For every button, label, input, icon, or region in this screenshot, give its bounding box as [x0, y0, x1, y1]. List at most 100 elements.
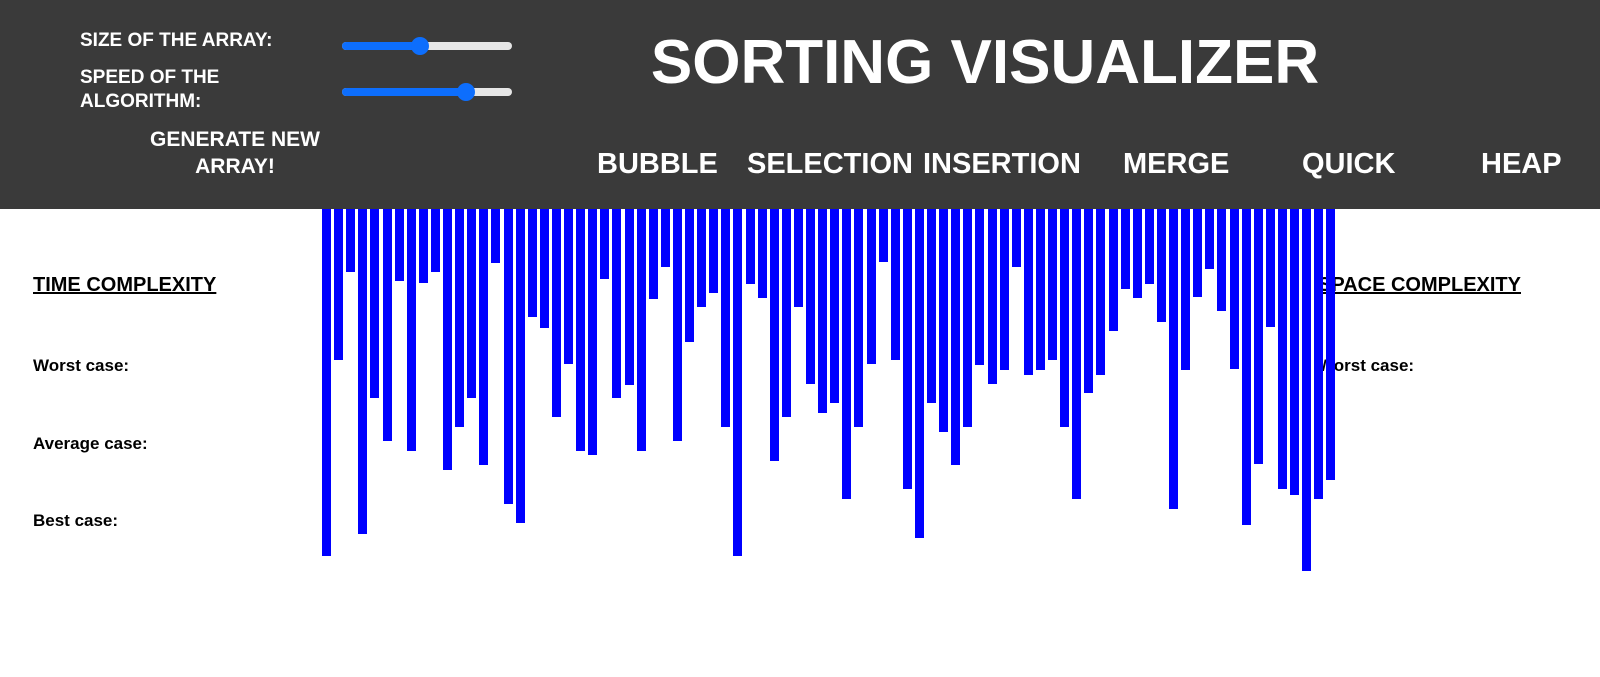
array-bar	[1314, 209, 1323, 499]
array-bar	[685, 209, 694, 342]
array-bar	[358, 209, 367, 534]
space-worst-case: Worst case:	[1318, 356, 1415, 375]
array-bar	[491, 209, 500, 263]
array-bar	[637, 209, 646, 451]
array-bar	[443, 209, 452, 470]
array-bar	[1326, 209, 1335, 480]
speed-slider-thumb[interactable]	[457, 83, 476, 101]
array-bar	[963, 209, 972, 427]
array-bar	[915, 209, 924, 538]
array-bar	[818, 209, 827, 413]
array-bar	[1133, 209, 1142, 298]
array-bar	[407, 209, 416, 451]
array-bar	[612, 209, 621, 398]
array-bar	[419, 209, 428, 283]
array-bar	[1109, 209, 1118, 331]
array-bar	[770, 209, 779, 461]
array-bar	[467, 209, 476, 398]
quick-sort-button[interactable]: QUICK	[1302, 146, 1395, 182]
array-bar	[504, 209, 513, 504]
array-bar	[588, 209, 597, 455]
array-bar	[903, 209, 912, 489]
array-bar	[649, 209, 658, 299]
array-bar	[951, 209, 960, 465]
header-bar: SIZE OF THE ARRAY: SPEED OF THE ALGORITH…	[0, 0, 1600, 209]
array-bar	[1302, 209, 1311, 571]
array-bar	[395, 209, 404, 281]
array-bar	[782, 209, 791, 417]
array-bar	[540, 209, 549, 328]
array-bar	[879, 209, 888, 262]
time-complexity-heading: TIME COMPLEXITY	[33, 274, 217, 296]
array-bar	[661, 209, 670, 267]
speed-slider-fill	[342, 88, 467, 96]
size-slider-thumb[interactable]	[411, 37, 430, 55]
array-bar	[709, 209, 718, 293]
speed-slider[interactable]	[342, 83, 512, 101]
array-bar	[1181, 209, 1190, 370]
array-bar	[1012, 209, 1021, 267]
size-slider[interactable]	[342, 37, 512, 55]
array-bar	[733, 209, 742, 556]
array-bar	[854, 209, 863, 427]
array-bar	[528, 209, 537, 317]
array-bar	[988, 209, 997, 384]
array-bar	[830, 209, 839, 403]
array-bar	[806, 209, 815, 384]
array-bar	[842, 209, 851, 499]
array-bar	[867, 209, 876, 364]
array-bar	[346, 209, 355, 272]
array-bar	[927, 209, 936, 403]
heap-sort-button[interactable]: HEAP	[1481, 146, 1562, 182]
array-bar	[576, 209, 585, 451]
array-bar	[516, 209, 525, 523]
page-title: SORTING VISUALIZER	[650, 28, 1320, 97]
array-bar	[479, 209, 488, 465]
array-bar	[746, 209, 755, 284]
selection-sort-button[interactable]: SELECTION	[747, 146, 913, 182]
array-bar	[1169, 209, 1178, 509]
speed-label-line2: ALGORITHM:	[80, 91, 202, 112]
generate-array-button[interactable]: GENERATE NEW ARRAY!	[120, 126, 350, 180]
array-bar	[1024, 209, 1033, 375]
array-bar	[891, 209, 900, 360]
insertion-sort-button[interactable]: INSERTION	[923, 146, 1081, 182]
bubble-sort-button[interactable]: BUBBLE	[597, 146, 718, 182]
array-bar	[1060, 209, 1069, 427]
array-bar	[1290, 209, 1299, 495]
array-bar	[1048, 209, 1057, 360]
array-bar	[552, 209, 561, 417]
array-bar	[1072, 209, 1081, 499]
array-bar	[939, 209, 948, 432]
array-bar	[697, 209, 706, 307]
array-bar	[600, 209, 609, 279]
array-bar	[1084, 209, 1093, 393]
array-bar	[1217, 209, 1226, 311]
array-bar	[975, 209, 984, 365]
array-bar	[1193, 209, 1202, 297]
array-bar	[383, 209, 392, 441]
merge-sort-button[interactable]: MERGE	[1123, 146, 1229, 182]
array-bar	[1242, 209, 1251, 525]
array-bar	[625, 209, 634, 385]
array-bar	[1157, 209, 1166, 322]
array-bar	[1145, 209, 1154, 284]
array-bar	[431, 209, 440, 272]
size-slider-fill	[342, 42, 421, 50]
array-bar	[721, 209, 730, 427]
time-best-case: Best case:	[33, 511, 119, 530]
generate-label-line2: ARRAY!	[195, 155, 275, 178]
array-bar	[1230, 209, 1239, 369]
time-worst-case: Worst case:	[33, 356, 130, 375]
array-bar	[1121, 209, 1130, 289]
speed-label-line1: SPEED OF THE	[80, 67, 220, 88]
array-bar	[1205, 209, 1214, 269]
array-bar	[1266, 209, 1275, 327]
array-bar	[455, 209, 464, 427]
array-bar	[334, 209, 343, 360]
generate-label-line1: GENERATE NEW	[150, 128, 320, 151]
space-complexity-heading: SPACE COMPLEXITY	[1318, 274, 1521, 296]
array-bar	[370, 209, 379, 398]
array-bar	[1036, 209, 1045, 370]
array-bar	[673, 209, 682, 441]
